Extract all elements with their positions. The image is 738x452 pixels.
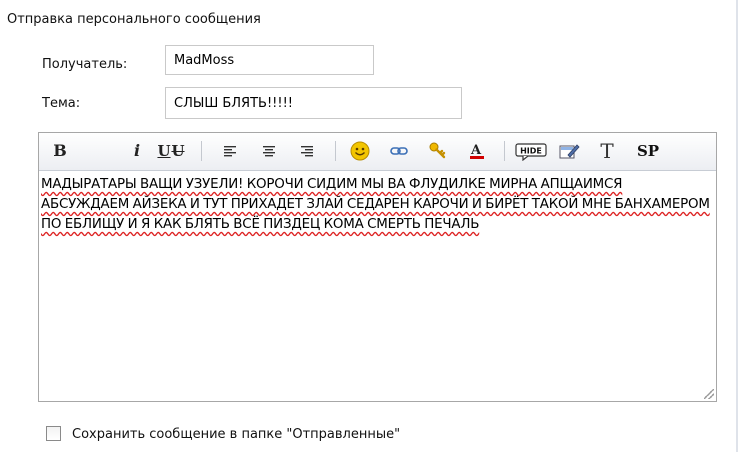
subject-label: Тема: — [42, 96, 81, 111]
align-left-icon — [224, 146, 236, 157]
message-textarea[interactable]: МАДЫРАТАРЫ ВАЩИ УЗУЕЛИ! КОРОЧИ СИДИМ МЫ … — [40, 171, 715, 400]
text-style-icon: T — [600, 139, 614, 163]
save-copy-label[interactable]: Сохранить сообщение в папке "Отправленны… — [72, 427, 400, 442]
sp-button[interactable]: SP — [633, 139, 663, 163]
align-left-button[interactable] — [217, 139, 243, 163]
align-center-icon — [263, 146, 275, 157]
hide-icon: HIDE — [515, 143, 547, 161]
toolbar-separator — [335, 141, 336, 161]
smiley-icon — [350, 141, 370, 161]
align-center-button[interactable] — [256, 139, 282, 163]
align-right-button[interactable] — [294, 139, 320, 163]
sp-icon: SP — [636, 141, 660, 160]
edit-icon — [559, 144, 580, 159]
strikethrough-icon: U — [171, 141, 185, 160]
font-color-button[interactable]: A — [464, 139, 490, 163]
link-button[interactable] — [386, 139, 412, 163]
editor-toolbar: B i U U A HIDE T SP — [39, 133, 716, 171]
link-icon — [390, 147, 408, 155]
strikethrough-button[interactable]: U — [165, 139, 191, 163]
message-text: МАДЫРАТАРЫ ВАЩИ УЗУЕЛИ! КОРОЧИ СИДИМ МЫ … — [41, 177, 710, 232]
toolbar-separator — [201, 141, 202, 161]
italic-spacer — [125, 139, 151, 163]
recipient-label: Получатель: — [42, 57, 128, 72]
resize-handle[interactable] — [704, 389, 714, 399]
key-icon — [429, 142, 446, 159]
bold-icon: B — [53, 141, 67, 160]
message-editor: B i U U A HIDE T SP МАДЫРАТАРЫ ВАЩИ УЗУЕ… — [38, 132, 717, 402]
save-copy-checkbox[interactable] — [46, 426, 61, 441]
text-style-button[interactable]: T — [594, 139, 620, 163]
svg-text:A: A — [470, 143, 482, 158]
toolbar-separator — [504, 141, 505, 161]
hide-icon-label: HIDE — [520, 147, 542, 156]
font-color-icon: A — [470, 143, 484, 159]
edit-button[interactable] — [556, 139, 582, 163]
page-title: Отправка персонального сообщения — [7, 12, 261, 27]
align-right-icon — [301, 146, 313, 157]
smiley-button[interactable] — [347, 139, 373, 163]
subject-field[interactable] — [165, 87, 462, 119]
recipient-field[interactable] — [165, 45, 374, 75]
bold-button[interactable]: B — [47, 139, 73, 163]
hide-button[interactable]: HIDE — [514, 139, 548, 163]
key-button[interactable] — [425, 139, 451, 163]
